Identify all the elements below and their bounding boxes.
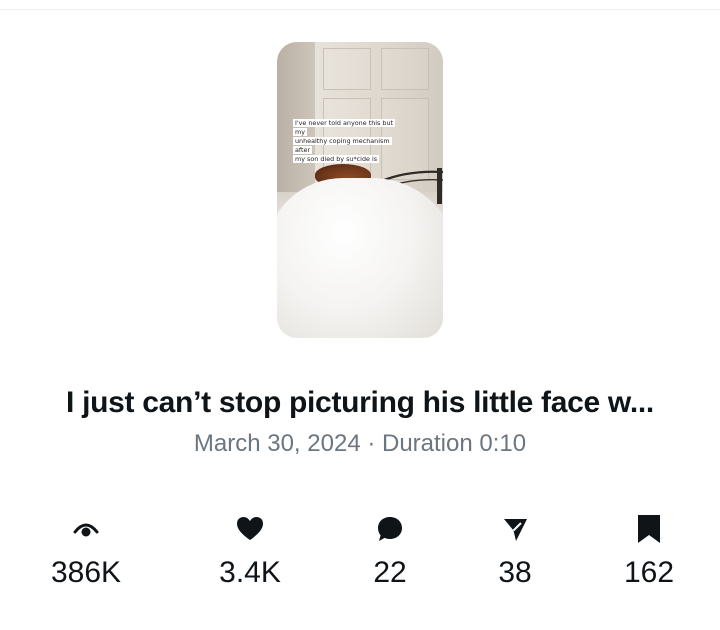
video-overlay-caption: I've never told anyone this but my unhea… bbox=[293, 119, 405, 164]
door-panel bbox=[381, 48, 429, 90]
eye-icon bbox=[26, 512, 146, 546]
bookmarks-count: 162 bbox=[623, 556, 675, 589]
shares-count: 38 bbox=[498, 556, 532, 589]
likes-count: 3.4K bbox=[219, 556, 281, 589]
thumbnail-blanket bbox=[277, 178, 443, 338]
video-thumbnail[interactable]: I've never told anyone this but my unhea… bbox=[277, 42, 443, 338]
replies-count: 22 bbox=[373, 556, 407, 589]
comment-icon bbox=[330, 512, 450, 546]
likes-stat[interactable]: 3.4K bbox=[190, 512, 310, 590]
video-meta: March 30, 2024 · Duration 0:10 bbox=[193, 430, 527, 457]
overlay-line: my son died by su*cide is bbox=[293, 155, 380, 163]
overlay-line: I've never told anyone this but my bbox=[293, 119, 395, 136]
heart-icon bbox=[190, 512, 310, 546]
views-stat[interactable]: 386K bbox=[26, 512, 146, 590]
bookmark-icon bbox=[589, 512, 709, 546]
thumbnail-wall bbox=[277, 42, 315, 192]
bookmarks-stat[interactable]: 162 bbox=[589, 512, 709, 590]
video-title: I just can’t stop picturing his little f… bbox=[66, 386, 654, 419]
overlay-line: unhealthy coping mechanism after bbox=[293, 137, 392, 154]
views-count: 386K bbox=[50, 556, 122, 589]
top-divider bbox=[0, 9, 720, 10]
replies-stat[interactable]: 22 bbox=[330, 512, 450, 590]
send-icon bbox=[455, 512, 575, 546]
shares-stat[interactable]: 38 bbox=[455, 512, 575, 590]
door-panel bbox=[323, 48, 371, 90]
